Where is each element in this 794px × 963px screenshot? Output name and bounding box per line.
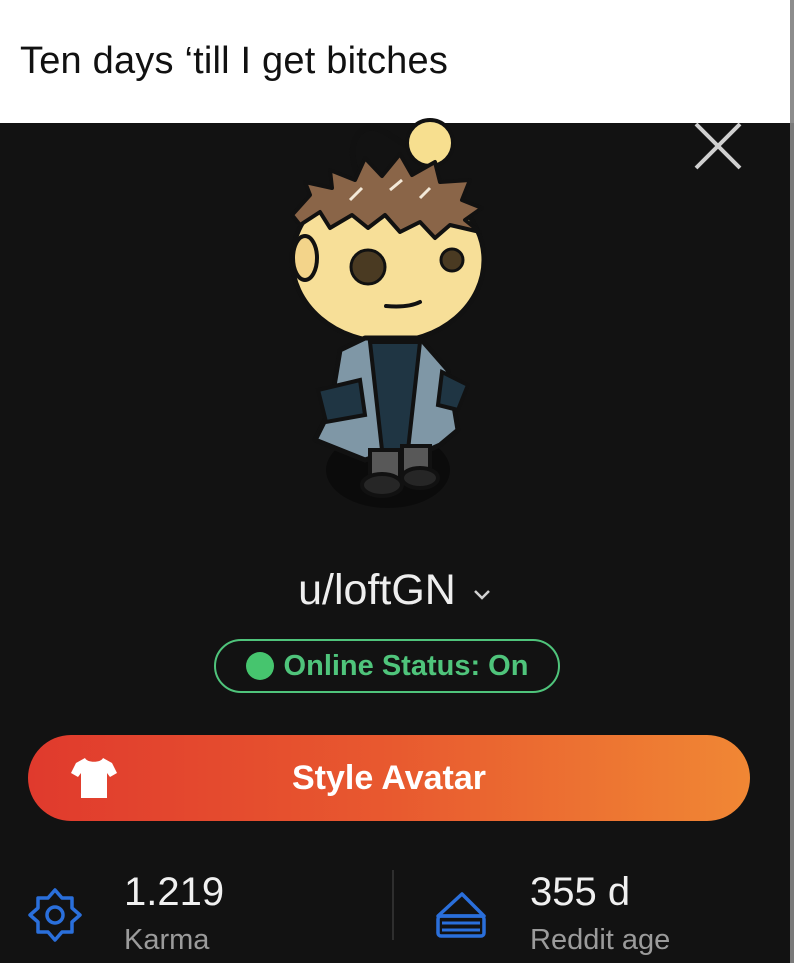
- meme-caption-text: Ten days ‘till I get bitches: [20, 40, 449, 82]
- chevron-down-icon[interactable]: [472, 585, 492, 605]
- reddit-age-label: Reddit age: [530, 924, 671, 956]
- window-edge: [790, 123, 794, 963]
- reddit-age-value: 355 d: [530, 870, 631, 914]
- shirt-icon: [71, 758, 117, 798]
- karma-label: Karma: [124, 924, 210, 956]
- karma-value: 1.219: [124, 870, 225, 914]
- cake-icon: [436, 892, 486, 938]
- karma-icon: [28, 888, 82, 942]
- username[interactable]: u/loftGN: [298, 566, 456, 615]
- online-status-label: Online Status: On: [283, 649, 529, 682]
- style-avatar-label: Style Avatar: [291, 758, 487, 797]
- style-avatar-button[interactable]: Style Avatar: [28, 735, 750, 821]
- stats-divider: [392, 870, 394, 940]
- close-icon[interactable]: [690, 118, 746, 174]
- reddit-age-stat: 355 d Reddit age: [432, 862, 772, 962]
- username-row[interactable]: u/loftGN: [0, 565, 790, 615]
- avatar[interactable]: [270, 110, 510, 530]
- online-status-badge[interactable]: Online Status: On: [214, 639, 560, 693]
- online-status-dot: [245, 652, 274, 680]
- karma-stat: 1.219 Karma: [26, 862, 376, 962]
- meme-caption: Ten days ‘till I get bitches: [0, 0, 794, 123]
